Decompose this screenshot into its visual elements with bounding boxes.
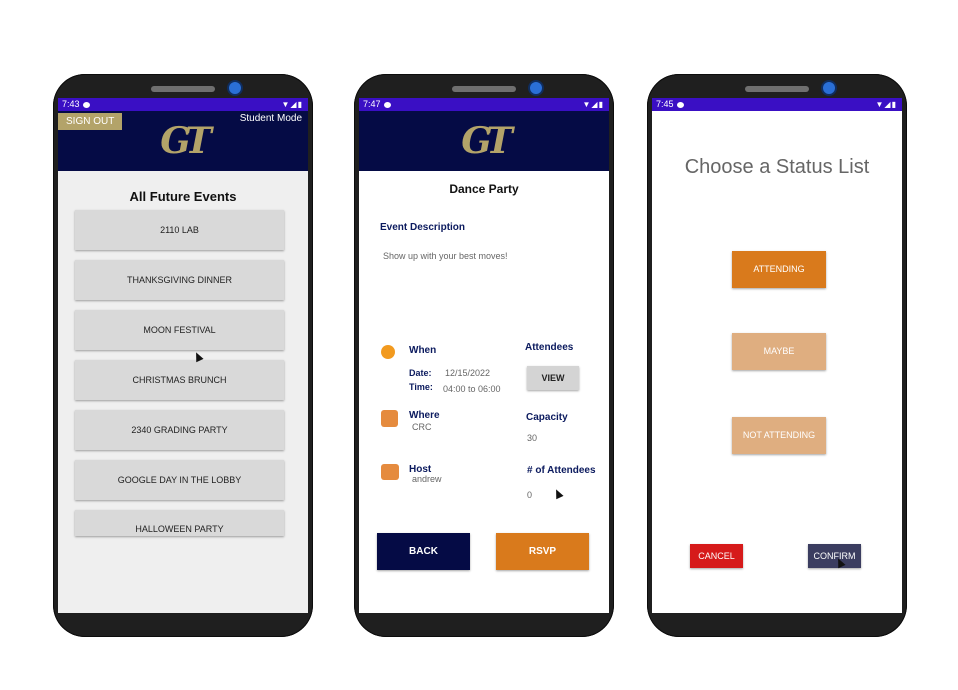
gt-logo: GT <box>461 120 512 162</box>
time-label: Time: <box>409 382 433 392</box>
host-value: andrew <box>412 474 442 484</box>
phone-camera <box>823 82 835 94</box>
phone-frame-events-list: 7:43 ▼◢▮ SIGN OUT GT Student Mode All Fu… <box>53 74 313 637</box>
num-attendees-value: 0 <box>527 490 533 500</box>
when-label: When <box>409 345 437 356</box>
status-time: 7:45 <box>656 99 674 109</box>
status-bar: 7:43 ▼◢▮ <box>58 98 308 111</box>
event-description-text: Show up with your best moves! <box>383 251 508 261</box>
notification-icon <box>676 101 684 108</box>
event-title: Dance Party <box>449 182 519 196</box>
confirm-button[interactable]: CONFIRM <box>808 544 861 568</box>
sign-out-button[interactable]: SIGN OUT <box>58 113 123 130</box>
view-attendees-button[interactable]: VIEW <box>527 366 579 390</box>
maybe-button[interactable]: MAYBE <box>732 333 826 370</box>
cancel-button[interactable]: CANCEL <box>690 544 743 568</box>
status-bar: 7:47 ▼◢▮ <box>359 98 609 111</box>
phone-speaker <box>745 86 809 92</box>
event-button[interactable]: THANKSGIVING DINNER <box>75 260 284 300</box>
screen-event-details: 7:47 ▼◢▮ GT Dance Party Event Descriptio… <box>359 98 609 613</box>
notification-icon <box>383 101 391 108</box>
event-description-label: Event Description <box>380 222 466 233</box>
signal-battery-icon: ▼◢▮ <box>582 100 604 109</box>
app-header: SIGN OUT GT Student Mode <box>58 111 308 171</box>
phone-frame-status-list: 7:45 ▼◢▮ Choose a Status List ATTENDING … <box>647 74 907 637</box>
num-attendees-label: # of Attendees <box>527 465 596 476</box>
where-value: CRC <box>412 422 432 432</box>
status-time: 7:43 <box>62 99 80 109</box>
host-icon <box>381 464 399 480</box>
rsvp-button[interactable]: RSVP <box>496 533 589 570</box>
back-button[interactable]: BACK <box>377 533 470 570</box>
event-button[interactable]: 2110 LAB <box>75 210 284 250</box>
date-label: Date: <box>409 368 432 378</box>
event-button[interactable]: HALLOWEEN PARTY <box>75 510 284 536</box>
status-bar: 7:45 ▼◢▮ <box>652 98 902 111</box>
notification-icon <box>82 101 90 108</box>
screen-events-list: 7:43 ▼◢▮ SIGN OUT GT Student Mode All Fu… <box>58 98 308 613</box>
event-button[interactable]: CHRISTMAS BRUNCH <box>75 360 284 400</box>
event-button[interactable]: 2340 GRADING PARTY <box>75 410 284 450</box>
page-title: Choose a Status List <box>684 156 870 178</box>
date-value: 12/15/2022 <box>445 368 491 378</box>
screen-status-list: 7:45 ▼◢▮ Choose a Status List ATTENDING … <box>652 98 902 613</box>
page-title: All Future Events <box>129 189 237 204</box>
student-mode-label: Student Mode <box>239 113 302 124</box>
capacity-value: 30 <box>527 433 538 443</box>
event-button[interactable]: GOOGLE DAY IN THE LOBBY <box>75 460 284 500</box>
event-button[interactable]: MOON FESTIVAL <box>75 310 284 350</box>
attendees-label: Attendees <box>525 342 574 353</box>
clock-icon <box>381 345 395 359</box>
phone-frame-event-details: 7:47 ▼◢▮ GT Dance Party Event Descriptio… <box>354 74 614 637</box>
phone-speaker <box>151 86 215 92</box>
time-value: 04:00 to 06:00 <box>443 384 501 394</box>
app-header: GT <box>359 111 609 171</box>
attending-button[interactable]: ATTENDING <box>732 251 826 288</box>
phone-camera <box>229 82 241 94</box>
where-label: Where <box>409 410 440 421</box>
phone-camera <box>530 82 542 94</box>
gt-logo: GT <box>160 120 211 162</box>
capacity-label: Capacity <box>526 412 568 423</box>
status-time: 7:47 <box>363 99 381 109</box>
phone-speaker <box>452 86 516 92</box>
mouse-cursor-icon <box>552 487 564 500</box>
signal-battery-icon: ▼◢▮ <box>281 100 303 109</box>
building-icon <box>381 410 398 427</box>
signal-battery-icon: ▼◢▮ <box>875 100 897 109</box>
not-attending-button[interactable]: NOT ATTENDING <box>732 417 826 454</box>
